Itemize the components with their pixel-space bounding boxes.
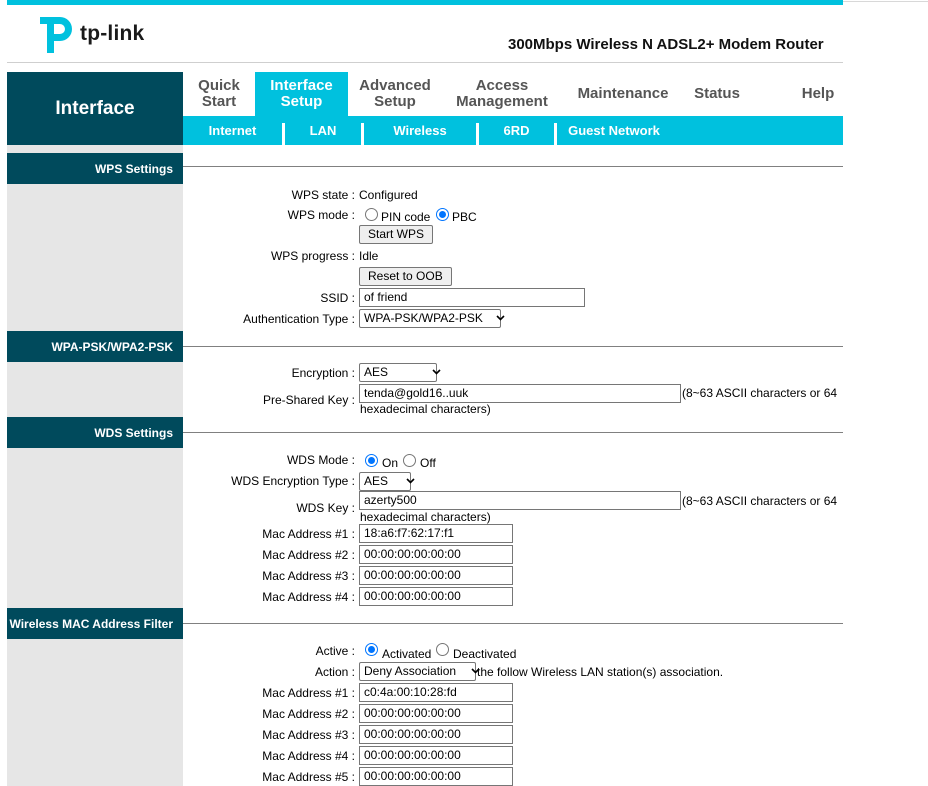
wps-mode-pbc-radio[interactable]	[436, 208, 449, 221]
wps-mode-label: WPS mode :	[287, 208, 355, 222]
encryption-value: AES	[364, 365, 389, 379]
section-divider	[183, 623, 843, 624]
mac-filter-deactivated-radio[interactable]	[436, 643, 449, 656]
wps-progress-label: WPS progress :	[270, 249, 355, 263]
ssid-field[interactable]: of friend	[359, 288, 585, 307]
section-title-wpa-psk: WPA-PSK/WPA2-PSK	[7, 331, 183, 362]
wps-mode-pin-label: PIN code	[381, 210, 431, 224]
filter-mac-field-3[interactable]: 00:00:00:00:00:00	[359, 725, 513, 744]
mac-filter-action-select[interactable]: Deny Association	[359, 662, 480, 681]
wps-mode-pin-radio[interactable]	[365, 208, 378, 221]
mac-filter-action-note: the follow Wireless LAN station(s) assoc…	[477, 665, 724, 679]
section-divider	[183, 166, 843, 167]
submenu-wireless[interactable]: Wireless	[364, 116, 476, 145]
mac-filter-deactivated-label: Deactivated	[453, 647, 517, 661]
auth-type-label: Authentication Type :	[243, 312, 355, 326]
sub-menu: Internet LAN Wireless 6RD Guest Network	[183, 116, 843, 145]
wds-enc-label: WDS Encryption Type :	[231, 474, 355, 488]
main-menu: Quick Start Interface Setup Advanced Set…	[183, 72, 843, 116]
filter-mac-field-2[interactable]: 00:00:00:00:00:00	[359, 704, 513, 723]
section-divider	[183, 346, 843, 347]
menu-quick-start[interactable]: Quick Start	[183, 72, 255, 116]
sidebar-title: Interface	[7, 72, 183, 145]
wds-mode-off-label: Off	[420, 456, 436, 470]
auth-type-select[interactable]: WPA-PSK/WPA2-PSK	[359, 309, 505, 328]
submenu-guest-network[interactable]: Guest Network	[557, 116, 671, 145]
wds-mac-label-4: Mac Address #4 :	[262, 590, 355, 604]
tp-link-logo: tp-link	[38, 13, 144, 55]
wps-mode-pbc-label: PBC	[452, 210, 477, 224]
section-title-wds: WDS Settings	[7, 417, 183, 448]
header-divider	[7, 62, 843, 63]
wps-state-label: WPS state :	[291, 188, 355, 202]
wds-enc-value: AES	[364, 474, 389, 488]
filter-mac-field-1[interactable]: c0:4a:00:10:28:fd	[359, 683, 513, 702]
psk-hint-2: hexadecimal characters)	[360, 402, 491, 416]
filter-mac-label-3: Mac Address #3 :	[262, 728, 355, 742]
menu-status[interactable]: Status	[682, 72, 752, 116]
auth-type-value: WPA-PSK/WPA2-PSK	[364, 311, 483, 325]
top-accent-bar	[7, 0, 843, 5]
encryption-select[interactable]: AES	[359, 363, 441, 382]
start-wps-button[interactable]: Start WPS	[359, 225, 434, 244]
ssid-label: SSID :	[320, 291, 355, 305]
section-title-wps: WPS Settings	[7, 153, 183, 184]
psk-label: Pre-Shared Key :	[262, 393, 355, 407]
tp-link-logo-icon	[40, 17, 72, 53]
logo-text: tp-link	[80, 22, 145, 45]
wds-mode-on-label: On	[382, 456, 399, 470]
wds-key-label: WDS Key :	[296, 501, 355, 515]
filter-mac-field-5[interactable]: 00:00:00:00:00:00	[359, 767, 513, 786]
filter-mac-field-4[interactable]: 00:00:00:00:00:00	[359, 746, 513, 765]
mac-filter-action-value: Deny Association	[364, 664, 457, 678]
mac-filter-activated-radio[interactable]	[365, 643, 378, 656]
mac-filter-activated-label: Activated	[382, 647, 432, 661]
submenu-6rd[interactable]: 6RD	[479, 116, 554, 145]
filter-mac-label-4: Mac Address #4 :	[262, 749, 355, 763]
menu-advanced-setup[interactable]: Advanced Setup	[348, 72, 442, 116]
wds-mode-label: WDS Mode :	[286, 453, 355, 467]
section-title-mac-filter: Wireless MAC Address Filter	[7, 608, 183, 639]
wds-mac-label-2: Mac Address #2 :	[262, 548, 355, 562]
wds-mac-field-4[interactable]: 00:00:00:00:00:00	[359, 587, 513, 606]
psk-hint: (8~63 ASCII characters or 64	[682, 386, 838, 400]
submenu-lan[interactable]: LAN	[285, 116, 361, 145]
wds-mac-field-3[interactable]: 00:00:00:00:00:00	[359, 566, 513, 585]
filter-mac-label-2: Mac Address #2 :	[262, 707, 355, 721]
wds-mode-off-radio[interactable]	[403, 454, 416, 467]
wps-progress-value: Idle	[359, 249, 379, 263]
wds-mode-on-radio[interactable]	[365, 454, 378, 467]
section-divider	[183, 432, 843, 433]
model-name: 300Mbps Wireless N ADSL2+ Modem Router	[508, 36, 824, 53]
wds-enc-select[interactable]: AES	[359, 472, 415, 491]
wds-key-hint: (8~63 ASCII characters or 64	[682, 494, 838, 508]
mac-filter-action-label: Action :	[314, 665, 355, 679]
encryption-label: Encryption :	[291, 366, 355, 380]
wps-state-value: Configured	[359, 188, 418, 202]
mac-filter-active-label: Active :	[315, 644, 355, 658]
wds-mac-field-2[interactable]: 00:00:00:00:00:00	[359, 545, 513, 564]
top-divider	[843, 1, 928, 2]
menu-maintenance[interactable]: Maintenance	[564, 72, 682, 116]
wds-mac-field-1[interactable]: 18:a6:f7:62:17:f1	[359, 524, 513, 543]
wds-key-field[interactable]: azerty500	[359, 491, 681, 510]
left-column	[7, 145, 183, 786]
menu-interface-setup[interactable]: Interface Setup	[255, 72, 348, 116]
submenu-internet[interactable]: Internet	[183, 116, 282, 145]
menu-access-management[interactable]: Access Management	[442, 72, 562, 116]
wds-mac-label-3: Mac Address #3 :	[262, 569, 355, 583]
wds-mac-label-1: Mac Address #1 :	[262, 527, 355, 541]
filter-mac-label-1: Mac Address #1 :	[262, 686, 355, 700]
filter-mac-label-5: Mac Address #5 :	[262, 770, 355, 784]
menu-help[interactable]: Help	[783, 72, 853, 116]
reset-oob-button[interactable]: Reset to OOB	[359, 267, 452, 286]
